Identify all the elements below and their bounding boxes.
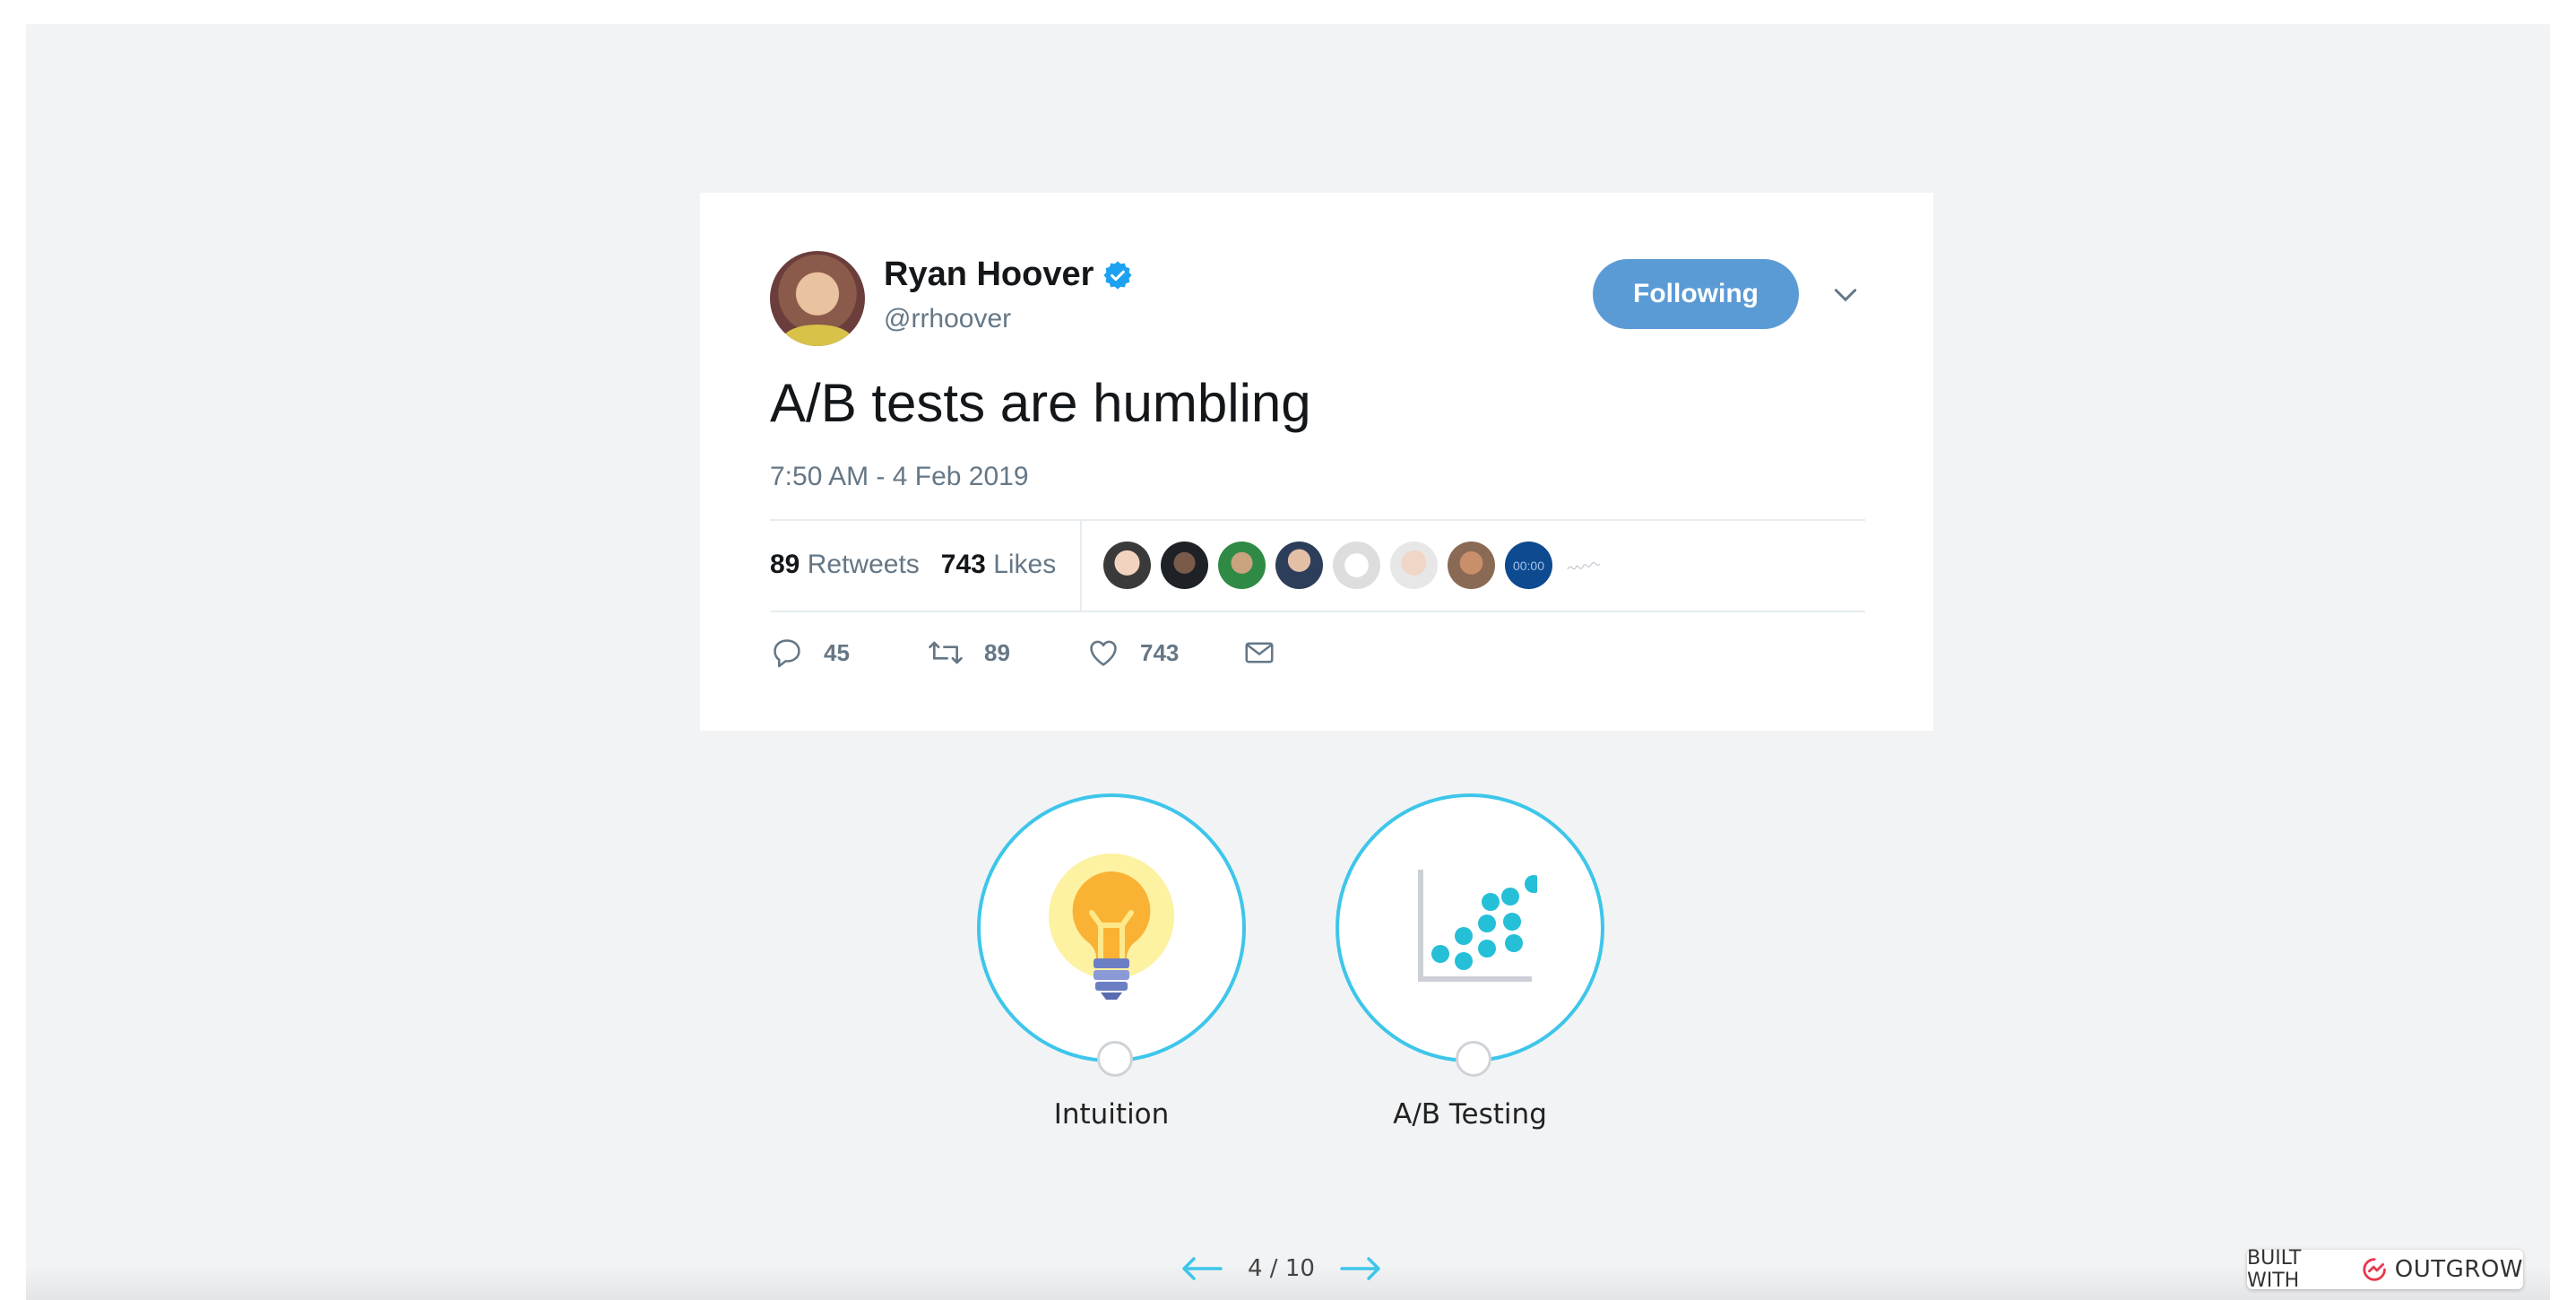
retweet-count: 89 — [984, 638, 1010, 666]
author-name-text: Ryan Hoover — [884, 256, 1094, 293]
choice-ab-testing[interactable]: A/B Testing — [1336, 793, 1604, 1131]
likes-label: Likes — [993, 550, 1057, 579]
tweet-text: A/B tests are humbling — [770, 373, 1311, 433]
outgrow-brand: OUTGROW — [2394, 1256, 2523, 1283]
like-button[interactable]: 743 — [1086, 636, 1242, 670]
heart-icon — [1090, 640, 1117, 666]
choice-label: A/B Testing — [1393, 1098, 1547, 1131]
tweet-card: Ryan Hoover @rrhoover Following A/B test… — [700, 193, 1933, 731]
retweets-stat[interactable]: 89 Retweets — [770, 550, 920, 580]
liker-avatar[interactable] — [1103, 542, 1151, 589]
reply-count: 45 — [824, 638, 850, 666]
liker-avatars: 00:00 — [1103, 542, 1610, 589]
choice-circle[interactable] — [1336, 793, 1604, 1077]
liker-avatar[interactable] — [1333, 542, 1380, 589]
built-with-label: BUILT WITH — [2247, 1247, 2302, 1292]
arrow-left-icon[interactable] — [1181, 1255, 1223, 1282]
divider — [770, 519, 1865, 521]
pager-nav: 4 / 10 — [1181, 1255, 1381, 1282]
choice-radio[interactable] — [1456, 1041, 1491, 1077]
quiz-stage: Ryan Hoover @rrhoover Following A/B test… — [26, 24, 2550, 1300]
scatter-chart-icon — [1418, 870, 1537, 982]
mail-icon — [1245, 642, 1274, 663]
liker-avatar[interactable]: 00:00 — [1505, 542, 1552, 589]
retweet-button[interactable]: 89 — [927, 636, 1086, 670]
reply-button[interactable]: 45 — [770, 636, 927, 670]
liker-avatar[interactable] — [1562, 542, 1610, 589]
author-name[interactable]: Ryan Hoover — [884, 256, 1133, 294]
retweets-label: Retweets — [807, 550, 920, 579]
liker-avatar[interactable] — [1275, 542, 1323, 589]
like-count: 743 — [1140, 638, 1180, 666]
stats-separator — [1080, 521, 1082, 612]
choice-intuition[interactable]: Intuition — [977, 793, 1246, 1131]
choice-radio[interactable] — [1097, 1041, 1133, 1077]
avatar[interactable] — [770, 251, 865, 346]
liker-badge-text: 00:00 — [1512, 558, 1545, 573]
verified-badge-icon — [1103, 260, 1132, 290]
lightbulb-icon — [1049, 854, 1174, 1000]
built-with-badge[interactable]: BUILT WITH OUTGROW — [2247, 1247, 2523, 1292]
liker-avatar[interactable] — [1390, 542, 1438, 589]
author-handle[interactable]: @rrhoover — [884, 304, 1011, 334]
retweet-icon — [929, 641, 963, 664]
liker-avatar[interactable] — [1448, 542, 1495, 589]
signature-icon — [1567, 561, 1600, 569]
direct-message-button[interactable] — [1242, 636, 1276, 670]
liker-avatar[interactable] — [1218, 542, 1266, 589]
chevron-down-icon[interactable] — [1831, 281, 1860, 309]
tweet-actions: 45 89 743 — [770, 636, 1276, 670]
arrow-right-icon[interactable] — [1340, 1255, 1381, 1282]
outgrow-logo-icon — [2362, 1258, 2386, 1281]
tweet-stats: 89 Retweets 743 Likes — [770, 550, 1056, 580]
retweets-count: 89 — [770, 550, 800, 579]
tweet-timestamp[interactable]: 7:50 AM - 4 Feb 2019 — [770, 462, 1029, 492]
likes-stat[interactable]: 743 Likes — [941, 550, 1056, 580]
following-button[interactable]: Following — [1593, 259, 1799, 329]
choice-circle[interactable] — [977, 793, 1246, 1077]
choice-label: Intuition — [1053, 1098, 1170, 1131]
divider — [770, 611, 1865, 612]
page-indicator: 4 / 10 — [1248, 1255, 1315, 1282]
reply-icon — [774, 639, 800, 668]
likes-count: 743 — [940, 550, 986, 579]
liker-avatar[interactable] — [1161, 542, 1208, 589]
